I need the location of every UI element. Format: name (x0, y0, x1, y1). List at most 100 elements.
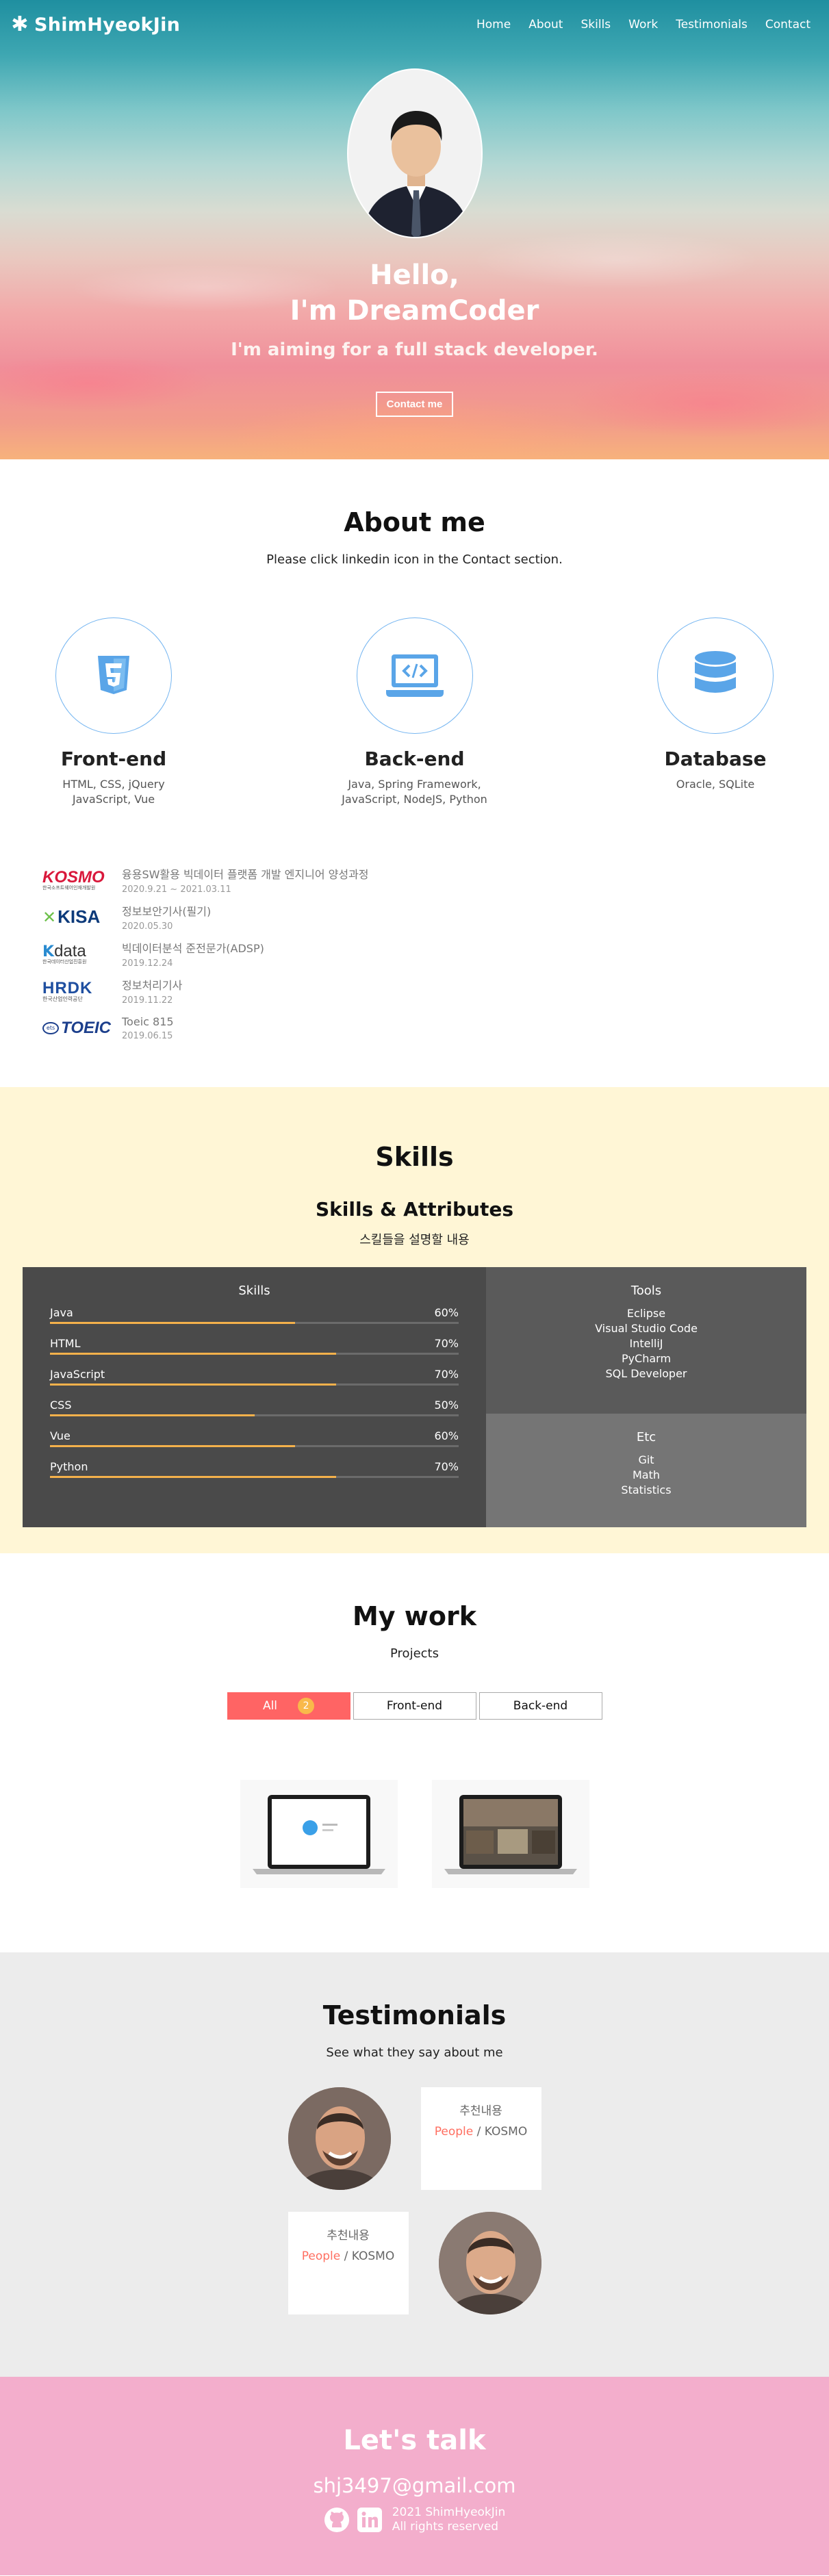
kosmo-logo: KOSMO 한국소프트웨어인재개발원 (42, 868, 111, 893)
skill-name: Python (50, 1460, 88, 1473)
job-period: 2020.05.30 (122, 921, 173, 932)
nav-menu: Home About Skills Work Testimonials Cont… (468, 12, 819, 37)
coding-title: Skills (238, 1284, 270, 1298)
skill-percent: 50% (434, 1399, 459, 1412)
nav-item-work[interactable]: Work (620, 12, 667, 37)
jobs-list: KOSMO 한국소프트웨어인재개발원 융용SW활용 빅데이터 플랫폼 개발 엔지… (0, 865, 829, 1043)
testimonial-text: 추천내용 (459, 2104, 502, 2118)
logo[interactable]: ✱ ShimHyeokJin (11, 14, 180, 36)
skill-bar (50, 1445, 459, 1447)
tools-title: Tools (630, 1284, 662, 1298)
category-all-button[interactable]: All 2 (227, 1692, 350, 1720)
contact-email[interactable]: shj3497@gmail.com (0, 2474, 829, 2497)
skills-section: Skills Skills & Attributes 스킬들을 설명할 내용 S… (0, 1087, 829, 1553)
skillset-etc: Etc Git Math Statistics (486, 1414, 806, 1527)
skill-item: CSS 50% (50, 1399, 459, 1416)
kosmo-logo-subtext: 한국소프트웨어인재개발원 (42, 885, 96, 891)
etc-item: Git (638, 1453, 654, 1466)
nav-item-contact[interactable]: Contact (756, 12, 819, 37)
hrdk-logo-text: HRDK (42, 978, 93, 997)
asterisk-icon: ✱ (11, 12, 29, 36)
major-title: Front-end (60, 748, 167, 770)
nav-item-home[interactable]: Home (468, 12, 520, 37)
job-item: KOSMO 한국소프트웨어인재개발원 융용SW활용 빅데이터 플랫폼 개발 엔지… (42, 865, 829, 895)
project-item[interactable] (431, 1780, 589, 1888)
nav-item-about[interactable]: About (520, 12, 572, 37)
contact-title: Let's talk (343, 2425, 486, 2456)
tool-item: IntelliJ (629, 1337, 663, 1350)
skill-bar-fill (50, 1322, 296, 1324)
job-period: 2019.06.15 (122, 1030, 173, 1041)
projects (0, 1780, 829, 1888)
etc-list: Git Math Statistics (486, 1453, 806, 1498)
skills-title: Skills (375, 1142, 454, 1172)
major-desc-line: Oracle, SQLite (676, 778, 755, 791)
nav-item-skills[interactable]: Skills (572, 12, 620, 37)
major-title: Back-end (364, 748, 465, 770)
profile-photo-icon (348, 70, 481, 237)
work-categories: All 2 Front-end Back-end (0, 1692, 829, 1720)
kisa-logo-text: KISA (58, 906, 101, 928)
job-item: HRDK 한국산업인력공단 정보처리기사 2019.11.22 (42, 976, 829, 1006)
major-desc-line: JavaScript, NodeJS, Python (342, 793, 487, 806)
skill-name: HTML (50, 1337, 81, 1350)
testimonial-name-link[interactable]: People (435, 2125, 473, 2139)
testimonial-name-link[interactable]: People (302, 2249, 340, 2263)
work-description: Projects (390, 1646, 439, 1661)
major-database: Database Oracle, SQLite (633, 617, 798, 808)
skill-percent: 70% (434, 1337, 459, 1350)
category-backend-button[interactable]: Back-end (479, 1692, 602, 1720)
logo-text: ShimHyeokJin (34, 14, 181, 36)
linkedin-icon[interactable] (357, 2507, 383, 2533)
major-frontend: Front-end HTML, CSS, jQuery JavaScript, … (31, 617, 196, 808)
major-desc-line: JavaScript, Vue (72, 793, 155, 806)
job-item: ✕ KISA 정보보안기사(필기) 2020.05.30 (42, 902, 829, 932)
contact-me-button[interactable]: Contact me (375, 392, 454, 417)
github-icon[interactable] (324, 2507, 350, 2533)
skill-percent: 60% (434, 1306, 459, 1319)
major-title: Database (664, 748, 767, 770)
home-title-line2: I'm DreamCoder (290, 295, 539, 327)
copyright-line2: All rights reserved (392, 2520, 499, 2534)
etc-item: Math (632, 1468, 661, 1481)
kdata-logo-subtext: 한국데이터산업진흥원 (42, 959, 87, 965)
skill-bar (50, 1414, 459, 1416)
home-section: Hello, I'm DreamCoder I'm aiming for a f… (0, 0, 829, 459)
etc-item: Statistics (621, 1483, 672, 1496)
skill-bar-fill (50, 1353, 336, 1355)
tool-item: SQL Developer (605, 1367, 687, 1380)
testimonial-company: / KOSMO (340, 2249, 395, 2263)
nav-item-testimonials[interactable]: Testimonials (667, 12, 756, 37)
work-title: My work (352, 1601, 477, 1631)
about-section: About me Please click linkedin icon in t… (0, 459, 829, 1087)
skill-percent: 70% (434, 1460, 459, 1473)
home-title: Hello, I'm DreamCoder (0, 257, 829, 329)
ets-mark-icon: ets (42, 1021, 60, 1034)
toeic-logo-text: TOEIC (61, 1018, 111, 1037)
majors: Front-end HTML, CSS, jQuery JavaScript, … (0, 617, 829, 808)
contact-section: Let's talk shj3497@gmail.com 2021 ShimHy… (0, 2377, 829, 2575)
skillset-tools: Tools Eclipse Visual Studio Code Intelli… (486, 1267, 806, 1414)
testimonial-text: 추천내용 (327, 2229, 370, 2243)
kisa-logo: ✕ KISA (42, 905, 111, 930)
job-name: Toeic 815 (122, 1015, 174, 1028)
category-count-badge: 2 (298, 1698, 315, 1714)
work-section: My work Projects All 2 Front-end Back-en… (0, 1553, 829, 1952)
skill-bar-fill (50, 1383, 336, 1386)
skills-description: 스킬들을 설명할 내용 (359, 1233, 470, 1247)
category-frontend-button[interactable]: Front-end (353, 1692, 476, 1720)
database-icon (695, 651, 736, 693)
home-title-line1: Hello, (370, 259, 459, 291)
major-backend: Back-end Java, Spring Framework, JavaScr… (333, 617, 497, 808)
kosmo-logo-text: KOSMO (42, 868, 105, 887)
testimonial-item: 추천내용 People / KOSMO (0, 2087, 829, 2190)
about-description: Please click linkedin icon in the Contac… (266, 552, 563, 567)
testimonials-section: Testimonials See what they say about me … (0, 1952, 829, 2377)
job-period: 2019.11.22 (122, 995, 173, 1006)
project-item[interactable] (240, 1780, 398, 1888)
job-name: 융용SW활용 빅데이터 플랫폼 개발 엔지니어 양성과정 (122, 868, 369, 882)
skill-bar (50, 1476, 459, 1478)
skill-item: Python 70% (50, 1460, 459, 1478)
testimonials-description: See what they say about me (326, 2045, 503, 2060)
skillset: Skills Java 60% HTML 70% JavaScript 70% CSS 50%… (23, 1267, 806, 1527)
